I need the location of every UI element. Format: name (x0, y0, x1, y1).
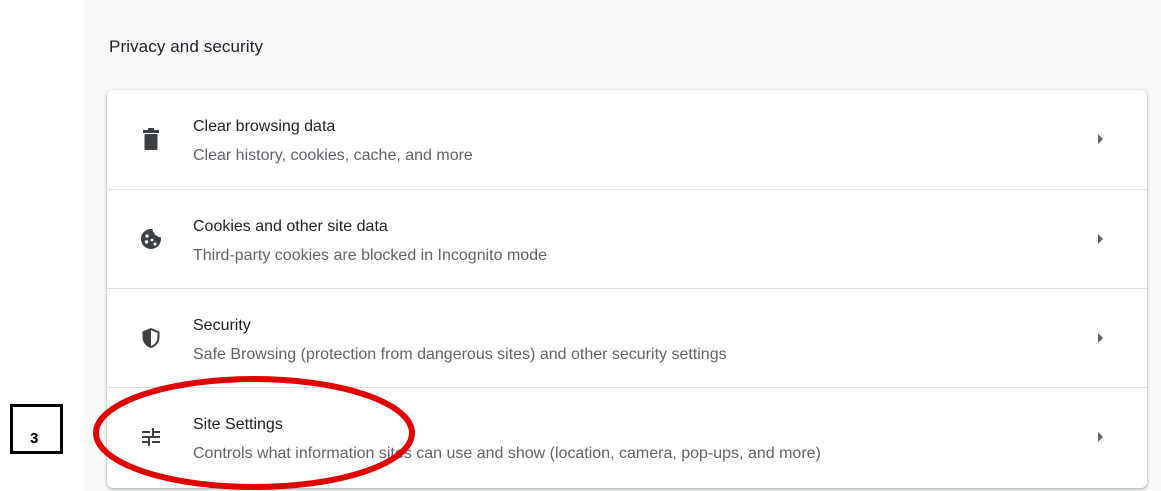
tune-icon (138, 424, 164, 450)
clear-browsing-data-row[interactable]: Clear browsing data Clear history, cooki… (107, 90, 1147, 189)
privacy-security-card: Clear browsing data Clear history, cooki… (107, 90, 1147, 488)
row-title: Clear browsing data (193, 118, 336, 135)
row-subtitle: Third-party cookies are blocked in Incog… (193, 247, 547, 264)
page: Privacy and security Clear browsing data… (0, 0, 1161, 491)
trash-icon (138, 126, 164, 152)
row-subtitle: Controls what information sites can use … (193, 445, 821, 462)
row-text: Security Safe Browsing (protection from … (193, 316, 727, 365)
chevron-right-icon[interactable] (1094, 232, 1108, 246)
row-title: Site Settings (193, 416, 283, 433)
shield-icon (138, 325, 164, 351)
chevron-right-icon[interactable] (1094, 430, 1108, 444)
row-text: Site Settings Controls what information … (193, 415, 821, 464)
row-title: Security (193, 317, 251, 334)
chevron-right-icon[interactable] (1094, 331, 1108, 345)
row-text: Cookies and other site data Third-party … (193, 217, 547, 266)
step-number-label: 3 (30, 430, 39, 447)
cookies-site-data-row[interactable]: Cookies and other site data Third-party … (107, 189, 1147, 289)
security-row[interactable]: Security Safe Browsing (protection from … (107, 288, 1147, 388)
section-title: Privacy and security (109, 37, 264, 56)
row-subtitle: Clear history, cookies, cache, and more (193, 147, 473, 164)
cookie-icon (138, 226, 164, 252)
site-settings-row[interactable]: Site Settings Controls what information … (107, 387, 1147, 487)
row-title: Cookies and other site data (193, 218, 388, 235)
row-text: Clear browsing data Clear history, cooki… (193, 117, 473, 166)
row-subtitle: Safe Browsing (protection from dangerous… (193, 346, 727, 363)
chevron-right-icon[interactable] (1094, 132, 1108, 146)
